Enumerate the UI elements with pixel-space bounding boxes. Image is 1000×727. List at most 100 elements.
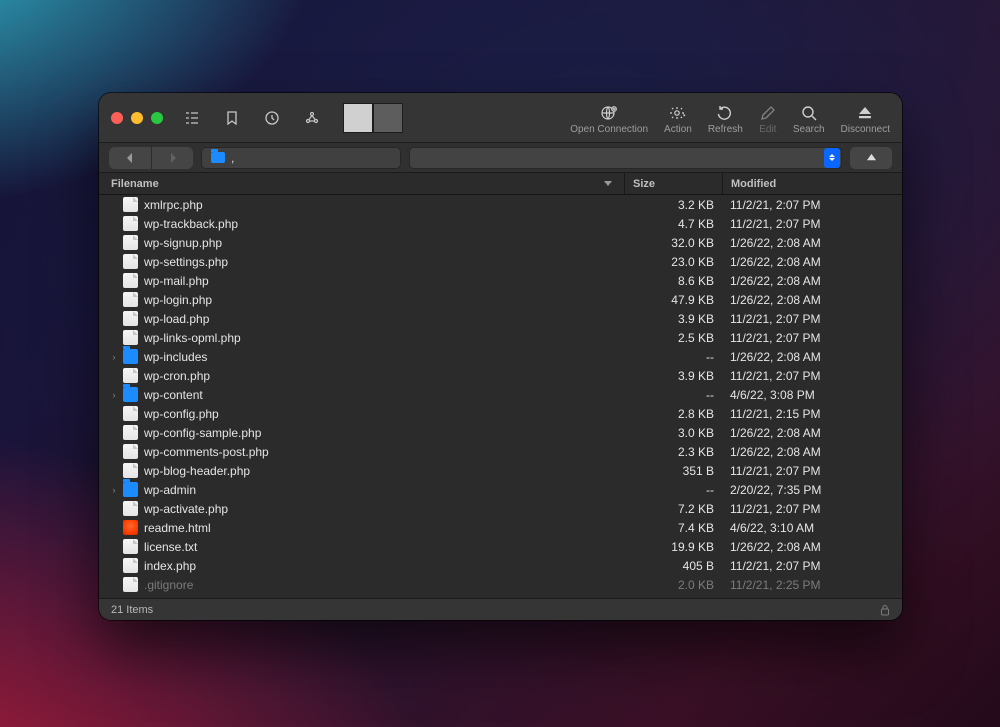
action-button[interactable]: Action (664, 100, 692, 135)
column-modified-label: Modified (731, 178, 776, 190)
file-name: wp-login.php (144, 293, 212, 307)
file-size: 405 B (624, 559, 722, 573)
globe-plus-icon (600, 104, 618, 122)
file-icon (123, 197, 138, 212)
file-row[interactable]: .gitignore2.0 KB11/2/21, 2:25 PM (99, 575, 902, 594)
file-row[interactable]: wp-comments-post.php2.3 KB1/26/22, 2:08 … (99, 442, 902, 461)
file-icon (123, 368, 138, 383)
outline-view-icon[interactable] (181, 107, 203, 129)
file-modified: 11/2/21, 2:07 PM (722, 464, 902, 478)
file-row[interactable]: wp-trackback.php4.7 KB11/2/21, 2:07 PM (99, 214, 902, 233)
minimize-window-button[interactable] (131, 112, 143, 124)
file-row[interactable]: wp-settings.php 23.0 KB1/26/22, 2:08 AM (99, 252, 902, 271)
file-row[interactable]: wp-blog-header.php351 B11/2/21, 2:07 PM (99, 461, 902, 480)
file-icon (123, 425, 138, 440)
file-row[interactable]: wp-config.php2.8 KB11/2/21, 2:15 PM (99, 404, 902, 423)
file-row[interactable]: wp-activate.php7.2 KB11/2/21, 2:07 PM (99, 499, 902, 518)
file-name: wp-admin (144, 483, 196, 497)
file-row[interactable]: index.php405 B11/2/21, 2:07 PM (99, 556, 902, 575)
search-label: Search (793, 124, 825, 135)
file-icon (123, 273, 138, 288)
path-field[interactable]: , (201, 147, 401, 169)
file-row[interactable]: xmlrpc.php3.2 KB11/2/21, 2:07 PM (99, 195, 902, 214)
file-row[interactable]: wp-signup.php32.0 KB1/26/22, 2:08 AM (99, 233, 902, 252)
server-tab[interactable] (373, 103, 403, 133)
file-size: -- (624, 483, 722, 497)
file-modified: 1/26/22, 2:08 AM (722, 274, 902, 288)
file-icon (123, 216, 138, 231)
file-row[interactable]: wp-links-opml.php2.5 KB11/2/21, 2:07 PM (99, 328, 902, 347)
folder-icon (123, 387, 138, 402)
history-icon[interactable] (261, 107, 283, 129)
file-icon (123, 311, 138, 326)
file-name: readme.html (144, 521, 211, 535)
file-row[interactable]: readme.html7.4 KB4/6/22, 3:10 AM (99, 518, 902, 537)
file-name: .gitignore (144, 578, 193, 592)
file-size: 2.0 KB (624, 578, 722, 592)
file-size: 2.8 KB (624, 407, 722, 421)
file-name: wp-config-sample.php (144, 426, 261, 440)
column-filename[interactable]: Filename (99, 178, 624, 190)
file-size: 19.9 KB (624, 540, 722, 554)
bookmarks-icon[interactable] (221, 107, 243, 129)
search-button[interactable]: Search (793, 100, 825, 135)
bonjour-icon[interactable] (301, 107, 323, 129)
sort-descending-icon (604, 181, 612, 186)
edit-label: Edit (759, 124, 776, 135)
file-name: wp-settings.php (144, 255, 228, 269)
column-modified[interactable]: Modified (722, 173, 902, 194)
file-row[interactable]: license.txt19.9 KB1/26/22, 2:08 AM (99, 537, 902, 556)
view-mode-buttons (181, 107, 323, 129)
file-row[interactable]: › wp-admin --2/20/22, 7:35 PM (99, 480, 902, 499)
zoom-window-button[interactable] (151, 112, 163, 124)
disclosure-triangle-icon[interactable]: › (109, 352, 119, 362)
nav-back-button[interactable] (109, 147, 151, 169)
eject-icon (856, 104, 874, 122)
file-row[interactable]: wp-load.php3.9 KB11/2/21, 2:07 PM (99, 309, 902, 328)
file-name: wp-links-opml.php (144, 331, 241, 345)
go-up-button[interactable] (850, 147, 892, 169)
file-row[interactable]: wp-mail.php8.6 KB1/26/22, 2:08 AM (99, 271, 902, 290)
file-size: 2.5 KB (624, 331, 722, 345)
file-modified: 11/2/21, 2:07 PM (722, 502, 902, 516)
close-window-button[interactable] (111, 112, 123, 124)
file-name: wp-blog-header.php (144, 464, 250, 478)
nav-history-buttons (109, 147, 193, 169)
file-row[interactable]: ›wp-content--4/6/22, 3:08 PM (99, 385, 902, 404)
file-modified: 2/20/22, 7:35 PM (722, 483, 902, 497)
file-modified: 11/2/21, 2:15 PM (722, 407, 902, 421)
column-size-label: Size (633, 178, 655, 190)
file-modified: 1/26/22, 2:08 AM (722, 255, 902, 269)
open-connection-button[interactable]: Open Connection (570, 100, 648, 135)
file-list[interactable]: xmlrpc.php3.2 KB11/2/21, 2:07 PMwp-track… (99, 195, 902, 598)
file-modified: 4/6/22, 3:08 PM (722, 388, 902, 402)
file-icon (123, 577, 138, 592)
nav-forward-button (151, 147, 193, 169)
file-size: 23.0 KB (624, 255, 722, 269)
disclosure-triangle-icon[interactable]: › (109, 485, 119, 495)
file-modified: 11/2/21, 2:07 PM (722, 559, 902, 573)
server-tab-active[interactable] (343, 103, 373, 133)
file-size: 3.2 KB (624, 198, 722, 212)
file-size: 3.0 KB (624, 426, 722, 440)
file-size: 7.2 KB (624, 502, 722, 516)
file-row[interactable]: wp-config-sample.php 3.0 KB1/26/22, 2:08 … (99, 423, 902, 442)
dropdown-stepper-icon (824, 148, 840, 168)
file-name: wp-trackback.php (144, 217, 238, 231)
column-size[interactable]: Size (624, 173, 722, 194)
refresh-button[interactable]: Refresh (708, 100, 743, 135)
file-row[interactable]: wp-login.php47.9 KB1/26/22, 2:08 AM (99, 290, 902, 309)
lock-icon (880, 604, 890, 616)
file-size: 2.3 KB (624, 445, 722, 459)
file-icon (123, 444, 138, 459)
host-dropdown[interactable] (409, 147, 842, 169)
file-size: 32.0 KB (624, 236, 722, 250)
file-modified: 11/2/21, 2:07 PM (722, 312, 902, 326)
file-row[interactable]: ›wp-includes--1/26/22, 2:08 AM (99, 347, 902, 366)
disconnect-button[interactable]: Disconnect (841, 100, 890, 135)
file-modified: 1/26/22, 2:08 AM (722, 426, 902, 440)
file-row[interactable]: wp-cron.php3.9 KB11/2/21, 2:07 PM (99, 366, 902, 385)
file-size: -- (624, 388, 722, 402)
html-file-icon (123, 520, 138, 535)
disclosure-triangle-icon[interactable]: › (109, 390, 119, 400)
